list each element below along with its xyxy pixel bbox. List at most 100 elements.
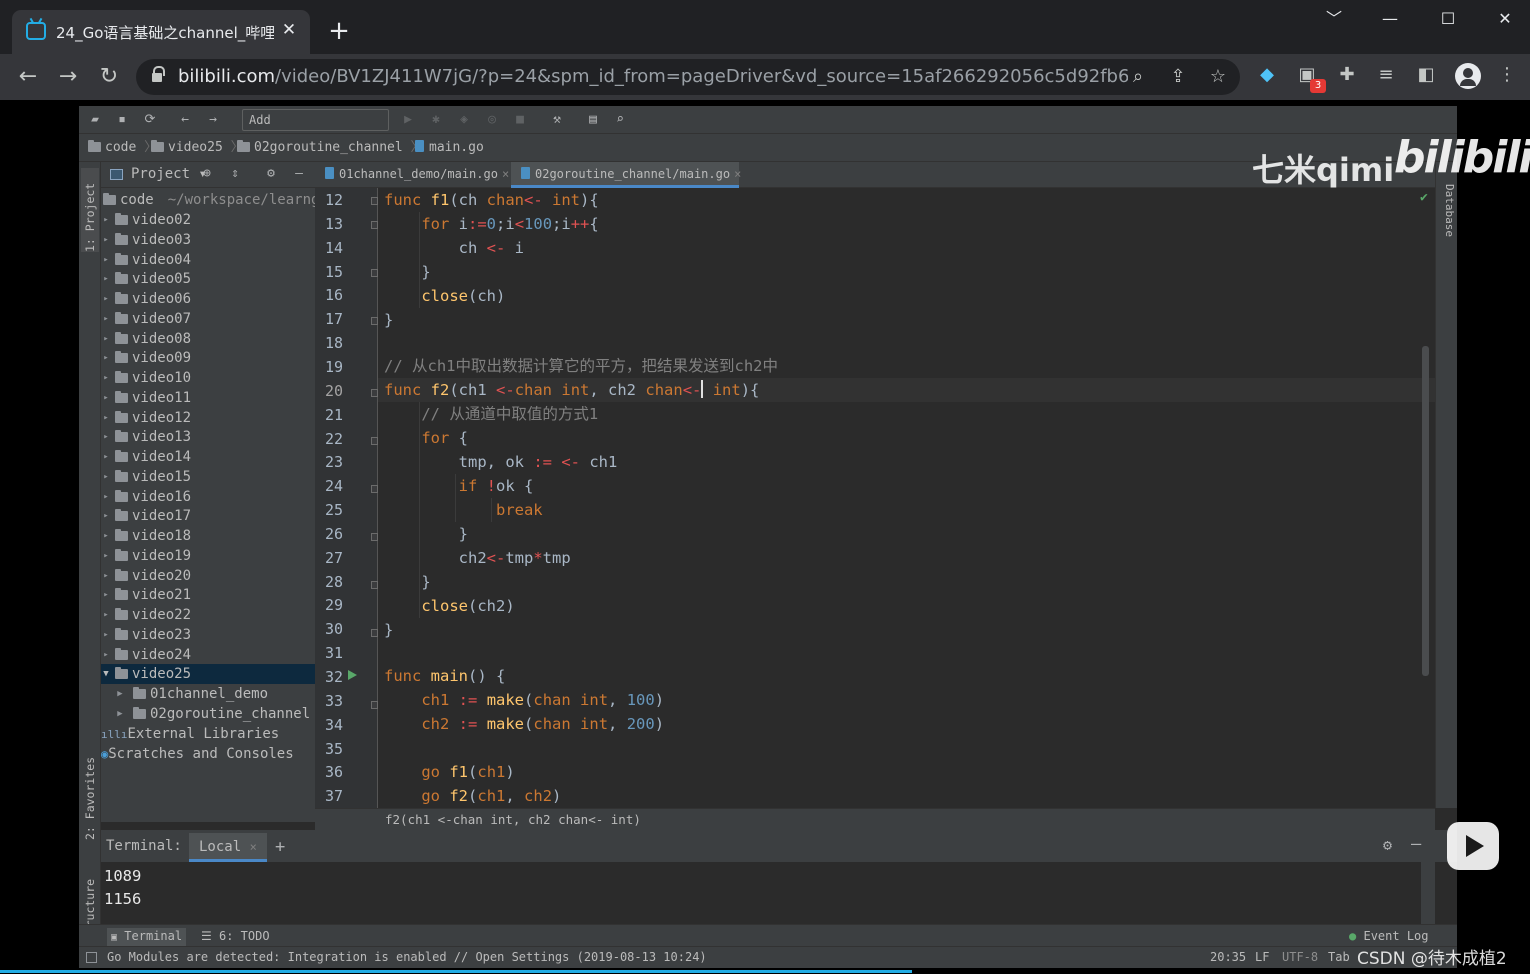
coverage-icon[interactable]: ◈ [455,111,473,129]
tree-root-code[interactable]: code ~/workspace/learng [101,190,315,210]
expand-arrow-icon[interactable]: ▸ [101,526,111,546]
tree-folder-video11[interactable]: ▸ video11 [101,388,315,408]
code-editor[interactable]: func f1(ch chan<- int){ for i:=0;i<100;i… [378,188,1435,808]
forward-button[interactable]: → [55,64,81,90]
tree-folder-video13[interactable]: ▸ video13 [101,427,315,447]
save-icon[interactable]: ▪ [113,111,131,129]
tree-folder-video09[interactable]: ▸ video09 [101,348,315,368]
tree-folder-video20[interactable]: ▸ video20 [101,566,315,586]
caret-position[interactable]: 20:35 [1210,950,1246,964]
address-bar[interactable]: bilibili.com/video/BV1ZJ411W7jG/?p=24&sp… [136,59,1240,95]
expand-arrow-icon[interactable]: ▸ [101,585,111,605]
expand-arrow-icon[interactable]: ▸ [101,645,111,665]
tree-folder-video03[interactable]: ▸ video03 [101,230,315,250]
expand-arrow-icon[interactable]: ▸ [101,506,111,526]
tree-folder-01channel-demo[interactable]: ▶ 01channel_demo [101,684,315,704]
locate-file-icon[interactable]: ⊕ [198,165,216,183]
terminal-scrollbar[interactable] [1421,862,1435,924]
extensions-puzzle-icon[interactable]: ✚ [1335,63,1359,87]
expand-arrow-icon[interactable]: ▸ [101,566,111,586]
expand-arrow-icon[interactable]: ▸ [101,309,111,329]
tree-folder-video05[interactable]: ▸ video05 [101,269,315,289]
tool-tab-favorites[interactable]: 2: Favorites [81,744,99,840]
tree-folder-video18[interactable]: ▸ video18 [101,526,315,546]
debug-icon[interactable]: ✱ [427,111,445,129]
close-window-button[interactable]: ✕ [1485,8,1525,30]
tree-folder-video06[interactable]: ▸ video06 [101,289,315,309]
terminal-gear-icon[interactable]: ⚙ [1383,836,1392,854]
tree-folder-video16[interactable]: ▸ video16 [101,487,315,507]
reload-button[interactable]: ↻ [96,64,122,90]
tab-search-chevron-icon[interactable]: ﹀ [1314,8,1354,30]
terminal-hide-icon[interactable]: — [1411,834,1421,854]
tree-folder-video21[interactable]: ▸ video21 [101,585,315,605]
add-configuration-button[interactable]: Add Configuration... [242,109,389,147]
nav-back-icon[interactable]: ← [176,111,194,129]
tree-folder-video19[interactable]: ▸ video19 [101,546,315,566]
tree-folder-video10[interactable]: ▸ video10 [101,368,315,388]
tool-tab-database[interactable]: Database [1438,184,1456,237]
fold-marker-icon[interactable] [371,197,378,205]
tree-folder-video07[interactable]: ▸ video07 [101,309,315,329]
media-control-icon[interactable]: ≡ [1374,63,1398,87]
lock-icon[interactable] [152,66,165,84]
run-icon[interactable]: ▶ [399,111,417,129]
expand-arrow-icon[interactable]: ▸ [101,230,111,250]
tree-folder-video12[interactable]: ▸ video12 [101,408,315,428]
minimize-button[interactable]: — [1370,8,1410,30]
tool-tab-project[interactable]: 1: Project [81,168,99,252]
profile-icon[interactable]: ◎ [483,111,501,129]
video-progress-line[interactable] [0,970,912,973]
fold-marker-icon[interactable] [371,701,378,709]
status-message[interactable]: Go Modules are detected: Integration is … [107,950,707,964]
panel-gear-icon[interactable]: ⚙ [262,165,280,183]
bookmark-star-icon[interactable]: ☆ [1206,65,1230,89]
stop-icon[interactable]: ■ [511,111,529,129]
sync-icon[interactable]: ⟳ [141,111,159,129]
search-icon[interactable]: ⌕ [611,111,629,129]
expand-arrow-icon[interactable]: ▸ [101,487,111,507]
status-toggle-icon[interactable] [86,952,97,963]
tree-folder-video24[interactable]: ▸ video24 [101,645,315,665]
new-terminal-button[interactable]: + [275,837,285,857]
tree-folder-02goroutine-channel[interactable]: ▶ 02goroutine_channel [101,704,315,724]
tab-02goroutine-channel-main[interactable]: 02goroutine_channel/main.go × [511,162,741,188]
browser-menu-icon[interactable]: ⋮ [1495,63,1519,87]
tree-folder-video22[interactable]: ▸ video22 [101,605,315,625]
fold-marker-icon[interactable] [371,533,378,541]
fold-marker-icon[interactable] [371,581,378,589]
expand-arrow-icon[interactable]: ▸ [101,269,111,289]
breadcrumb-02goroutine-channel[interactable]: 02goroutine_channel 〉 [237,140,424,156]
expand-arrow-icon[interactable]: ▸ [101,546,111,566]
tree-scratches[interactable]: ◉Scratches and Consoles [101,744,315,764]
fold-marker-icon[interactable] [371,485,378,493]
nav-forward-icon[interactable]: → [204,111,222,129]
fold-marker-icon[interactable] [371,629,378,637]
line-separator[interactable]: LF [1255,950,1269,964]
browser-tab[interactable]: 24_Go语言基础之channel_哔哩 ✕ [12,10,310,54]
expand-arrow-icon[interactable]: ▸ [101,289,111,309]
open-folder-icon[interactable]: ▰ [86,111,104,129]
tool-tab-terminal[interactable]: ▣ Terminal [107,928,187,946]
expand-arrow-icon[interactable]: ▸ [101,605,111,625]
tree-external-libraries[interactable]: ıllıExternal Libraries [101,724,315,744]
expand-arrow-icon[interactable]: ▸ [101,329,111,349]
tree-folder-video15[interactable]: ▸ video15 [101,467,315,487]
terminal-tab-local[interactable]: Local × [189,833,267,862]
indent-setting[interactable]: Tab [1328,950,1350,964]
tab-01channel-demo-main[interactable]: 01channel_demo/main.go × [315,162,511,188]
tree-folder-video17[interactable]: ▸ video17 [101,506,315,526]
profile-avatar-icon[interactable] [1455,63,1481,89]
terminal-output[interactable]: 1089 1156 [101,862,1421,924]
tree-folder-video04[interactable]: ▸ video04 [101,250,315,270]
file-encoding[interactable]: UTF-8 [1282,950,1318,964]
breadcrumb-code[interactable]: code 〉 [88,140,157,156]
expand-arrow-icon[interactable]: ▸ [101,388,111,408]
inspection-ok-check-icon[interactable]: ✔ [1420,190,1428,205]
video-play-button[interactable] [1447,822,1499,870]
fold-marker-icon[interactable] [371,269,378,277]
tree-folder-video08[interactable]: ▸ video08 [101,329,315,349]
expand-arrow-icon[interactable]: ▸ [101,447,111,467]
tab-close-icon[interactable]: × [734,167,741,181]
settings-wrench-icon[interactable]: ⚒ [548,111,566,129]
